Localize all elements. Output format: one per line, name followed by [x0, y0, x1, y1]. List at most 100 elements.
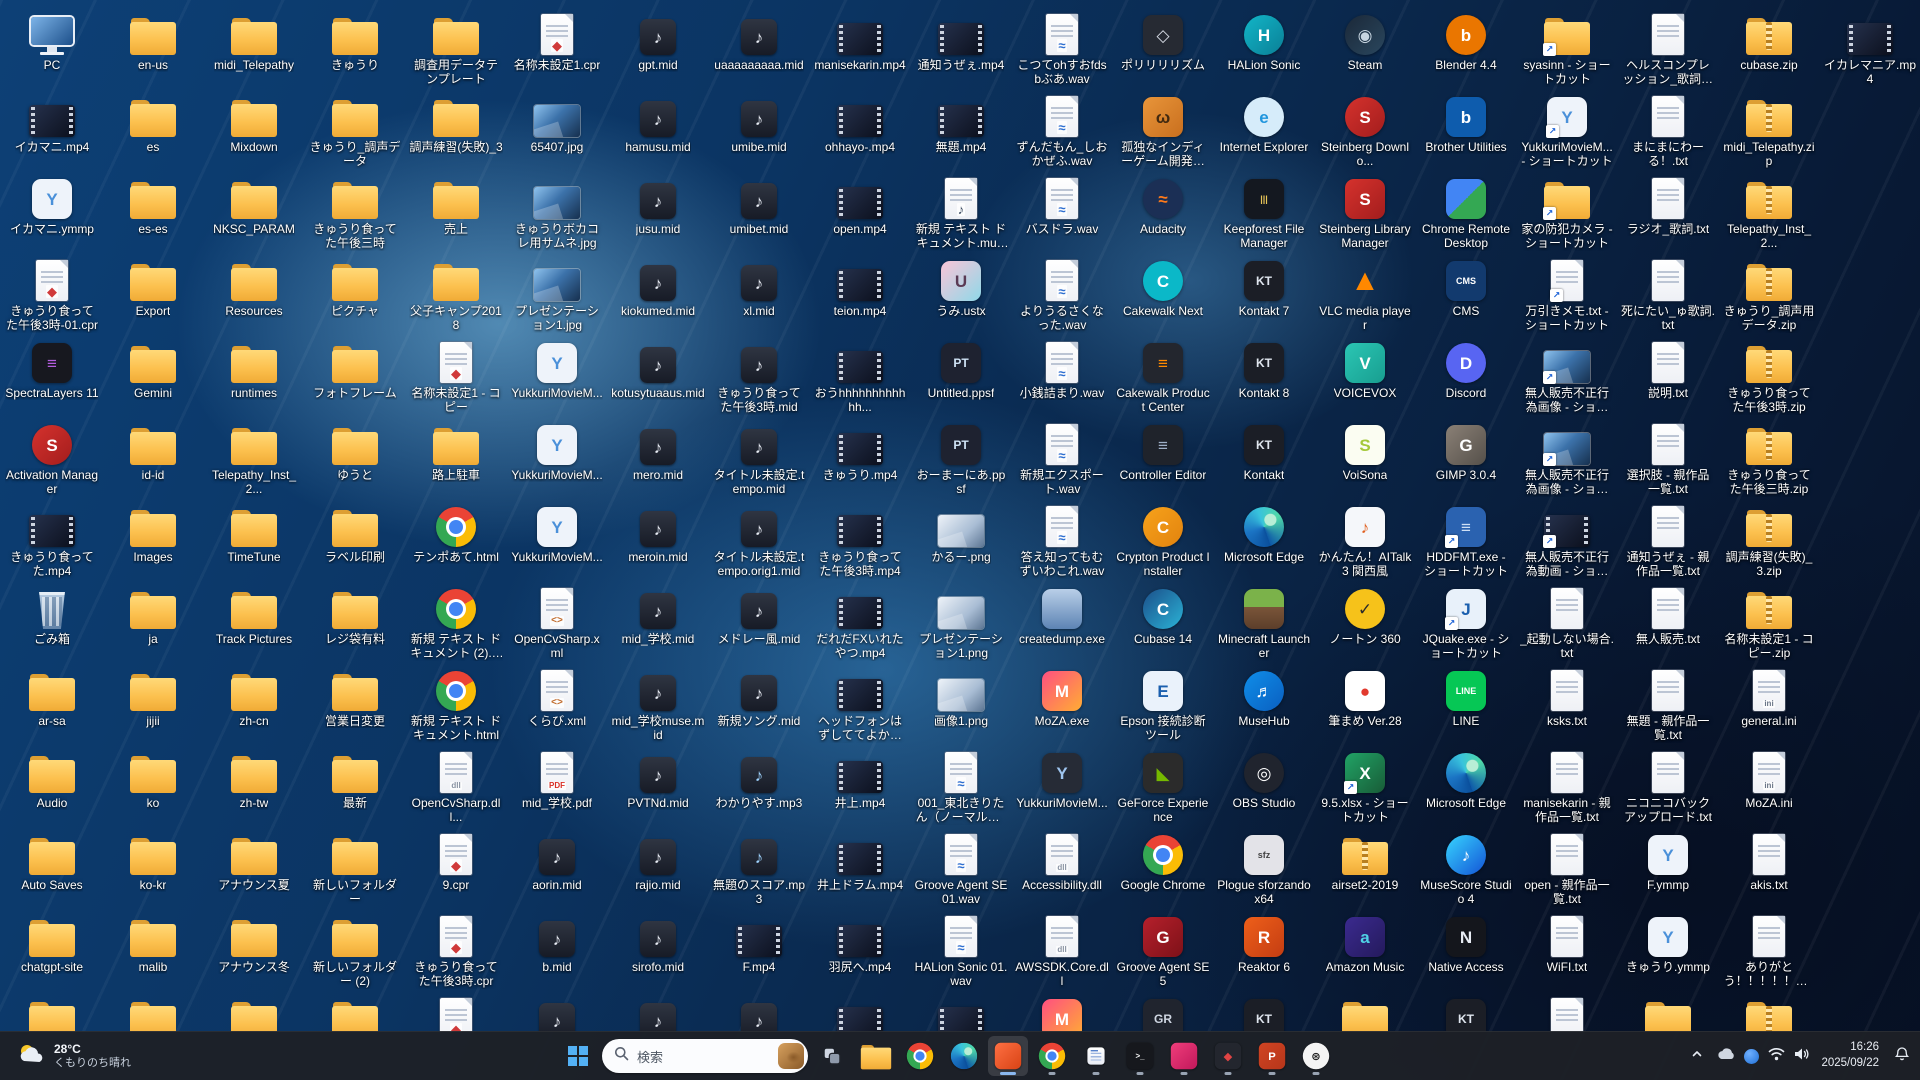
desktop-icon[interactable]: C Cakewalk Next	[1115, 254, 1211, 334]
powerpoint-button[interactable]: P	[1252, 1036, 1292, 1076]
desktop-icon[interactable]: ♪	[711, 992, 807, 1032]
desktop-icon[interactable]: 通知うぜぇ - 親作品一覧.txt	[1620, 500, 1716, 580]
notepad-button[interactable]	[1076, 1036, 1116, 1076]
desktop-icon[interactable]: ini MoZA.ini	[1721, 746, 1817, 826]
desktop-icon[interactable]	[1519, 992, 1615, 1032]
desktop-icon[interactable]: S Steinberg Library Manager	[1317, 172, 1413, 252]
desktop-icon[interactable]: NKSC_PARAM	[206, 172, 302, 252]
desktop-icon[interactable]: PDF mid_学校.pdf	[509, 746, 605, 826]
desktop-icon[interactable]: ≈ バスドラ.wav	[1014, 172, 1110, 252]
desktop-icon[interactable]: Minecraft Launcher	[1216, 582, 1312, 662]
desktop-icon[interactable]: ニコニコバックアップロード.txt	[1620, 746, 1716, 826]
desktop-icon[interactable]: b Brother Utilities	[1418, 90, 1514, 170]
desktop-icon[interactable]: X9.5.xlsx - ショートカット	[1317, 746, 1413, 826]
desktop-icon[interactable]: ≈ 答え知ってもむずいわこれ.wav	[1014, 500, 1110, 580]
desktop-icon[interactable]: ♪ PVTNd.mid	[610, 746, 706, 826]
desktop-icon[interactable]: ≡ SpectraLayers 11	[4, 336, 100, 416]
desktop-icon[interactable]: ≡ Cakewalk Product Center	[1115, 336, 1211, 416]
desktop-icon[interactable]: ♪ わかりやす.mp3	[711, 746, 807, 826]
desktop-icon[interactable]	[812, 992, 908, 1032]
desktop-icon[interactable]: きゅうり食ってた午後3時.zip	[1721, 336, 1817, 416]
desktop-icon[interactable]: M MoZA.exe	[1014, 664, 1110, 744]
desktop-icon[interactable]: ♪ mid_学校.mid	[610, 582, 706, 662]
desktop-icon[interactable]: プレゼンテーション1.jpg	[509, 254, 605, 334]
desktop-icon[interactable]: KT Kontakt 7	[1216, 254, 1312, 334]
desktop-icon[interactable]: 新しいフォルダー (2)	[307, 910, 403, 990]
desktop-icon[interactable]: GR	[1115, 992, 1211, 1032]
desktop-icon[interactable]: ♪ gpt.mid	[610, 8, 706, 88]
desktop-icon[interactable]: ♪ aorin.mid	[509, 828, 605, 908]
desktop-icon[interactable]: ja	[105, 582, 201, 662]
desktop-icon[interactable]: ≈ HALion Sonic 01.wav	[913, 910, 1009, 990]
desktop-icon[interactable]: Resources	[206, 254, 302, 334]
desktop-icon[interactable]: Track Pictures	[206, 582, 302, 662]
desktop-icon[interactable]: airset2-2019	[1317, 828, 1413, 908]
desktop-icon[interactable]: ◆	[408, 992, 504, 1032]
desktop-icon[interactable]: ♪ メドレー風.mid	[711, 582, 807, 662]
desktop-icon[interactable]: E Epson 接続診断ツール	[1115, 664, 1211, 744]
dark-app-button[interactable]: ◆	[1208, 1036, 1248, 1076]
desktop-icon[interactable]: dll OpenCvSharp.dll...	[408, 746, 504, 826]
desktop-icon[interactable]: ♪ umibe.mid	[711, 90, 807, 170]
desktop-icon[interactable]: ♪ rajio.mid	[610, 828, 706, 908]
desktop-icon[interactable]: H HALion Sonic	[1216, 8, 1312, 88]
desktop-icon[interactable]: Chrome Remote Desktop	[1418, 172, 1514, 252]
desktop-icon[interactable]: ♪ umibet.mid	[711, 172, 807, 252]
desktop-icon[interactable]: 選択肢 - 親作品一覧.txt	[1620, 418, 1716, 498]
desktop-icon[interactable]: S Steinberg Downlo...	[1317, 90, 1413, 170]
desktop-icon[interactable]: malib	[105, 910, 201, 990]
desktop-icon[interactable]: 新しいフォルダー	[307, 828, 403, 908]
desktop-icon[interactable]: ≈001_東北きりたん（ノーマル）_今じゃ...	[913, 746, 1009, 826]
cloud-tray-icon[interactable]	[1717, 1047, 1735, 1065]
desktop-icon[interactable]: 万引きメモ.txt - ショートカット	[1519, 254, 1615, 334]
clock[interactable]: 16:26 2025/09/22	[1819, 1040, 1881, 1071]
desktop-icon[interactable]: manisekarin - 親作品一覧.txt	[1519, 746, 1615, 826]
desktop-icon[interactable]	[206, 992, 302, 1032]
desktop-icon[interactable]	[1620, 992, 1716, 1032]
desktop-icon[interactable]: Y YukkuriMovieM...	[509, 500, 605, 580]
desktop-icon[interactable]: zh-tw	[206, 746, 302, 826]
desktop-icon[interactable]: midi_Telepathy.zip	[1721, 90, 1817, 170]
desktop-icon[interactable]: ≡ Controller Editor	[1115, 418, 1211, 498]
desktop-icon[interactable]: 説明.txt	[1620, 336, 1716, 416]
desktop-surface[interactable]: PC イカマニ.mp4 Y イカマニ.ymmp ◆ きゅうり食ってた午後3時-01.cpr…	[0, 0, 1920, 1032]
desktop-icon[interactable]: ♪ xl.mid	[711, 254, 807, 334]
desktop-icon[interactable]: e Internet Explorer	[1216, 90, 1312, 170]
desktop-icon[interactable]: 売上	[408, 172, 504, 252]
desktop-icon[interactable]: open.mp4	[812, 172, 908, 252]
desktop-icon[interactable]: 井上ドラム.mp4	[812, 828, 908, 908]
desktop-icon[interactable]: フォトフレーム	[307, 336, 403, 416]
desktop-icon[interactable]: ≈ こつてohすおfdsbぶあ.wav	[1014, 8, 1110, 88]
desktop-icon[interactable]: きゅうり食ってた午後三時.zip	[1721, 418, 1817, 498]
desktop-icon[interactable]: <> OpenCvSharp.xml	[509, 582, 605, 662]
desktop-icon[interactable]: C Crypton Product Installer	[1115, 500, 1211, 580]
desktop-icon[interactable]: ◎ OBS Studio	[1216, 746, 1312, 826]
desktop-icon[interactable]: ♪ かんたん！AITalk 3 関西風	[1317, 500, 1413, 580]
desktop-icon[interactable]: G GIMP 3.0.4	[1418, 418, 1514, 498]
desktop-icon[interactable]: N Native Access	[1418, 910, 1514, 990]
desktop-icon[interactable]	[307, 992, 403, 1032]
desktop-icon[interactable]	[4, 992, 100, 1032]
desktop-icon[interactable]: <> くらび.xml	[509, 664, 605, 744]
desktop-icon[interactable]: ♪ 無題のスコア.mp3	[711, 828, 807, 908]
desktop-icon[interactable]: ♪	[610, 992, 706, 1032]
desktop-icon[interactable]: C Cubase 14	[1115, 582, 1211, 662]
desktop-icon[interactable]: ♪ 新規ソング.mid	[711, 664, 807, 744]
desktop-icon[interactable]: まにまにわーる！.txt	[1620, 90, 1716, 170]
desktop-icon[interactable]: Y YukkuriMovieM...	[509, 336, 605, 416]
desktop-icon[interactable]: b Blender 4.4	[1418, 8, 1514, 88]
desktop-icon[interactable]: Microsoft Edge	[1216, 500, 1312, 580]
desktop-icon[interactable]: ♪ mero.mid	[610, 418, 706, 498]
desktop-icon[interactable]: ♪ タイトル未設定.tempo.mid	[711, 418, 807, 498]
chatgpt-button[interactable]: ⊛	[1296, 1036, 1336, 1076]
notification-bell-button[interactable]	[1890, 1036, 1914, 1076]
desktop-icon[interactable]: KT	[1418, 992, 1514, 1032]
desktop-icon[interactable]: ✓ ノートン 360	[1317, 582, 1413, 662]
desktop-icon[interactable]: きゅうり_調声用データ.zip	[1721, 254, 1817, 334]
desktop-icon[interactable]: D Discord	[1418, 336, 1514, 416]
desktop-icon[interactable]: ◣ GeForce Experience	[1115, 746, 1211, 826]
desktop-icon[interactable]: TimeTune	[206, 500, 302, 580]
desktop-icon[interactable]: CMS CMS	[1418, 254, 1514, 334]
desktop-icon[interactable]: Export	[105, 254, 201, 334]
desktop-icon[interactable]: 営業日変更	[307, 664, 403, 744]
